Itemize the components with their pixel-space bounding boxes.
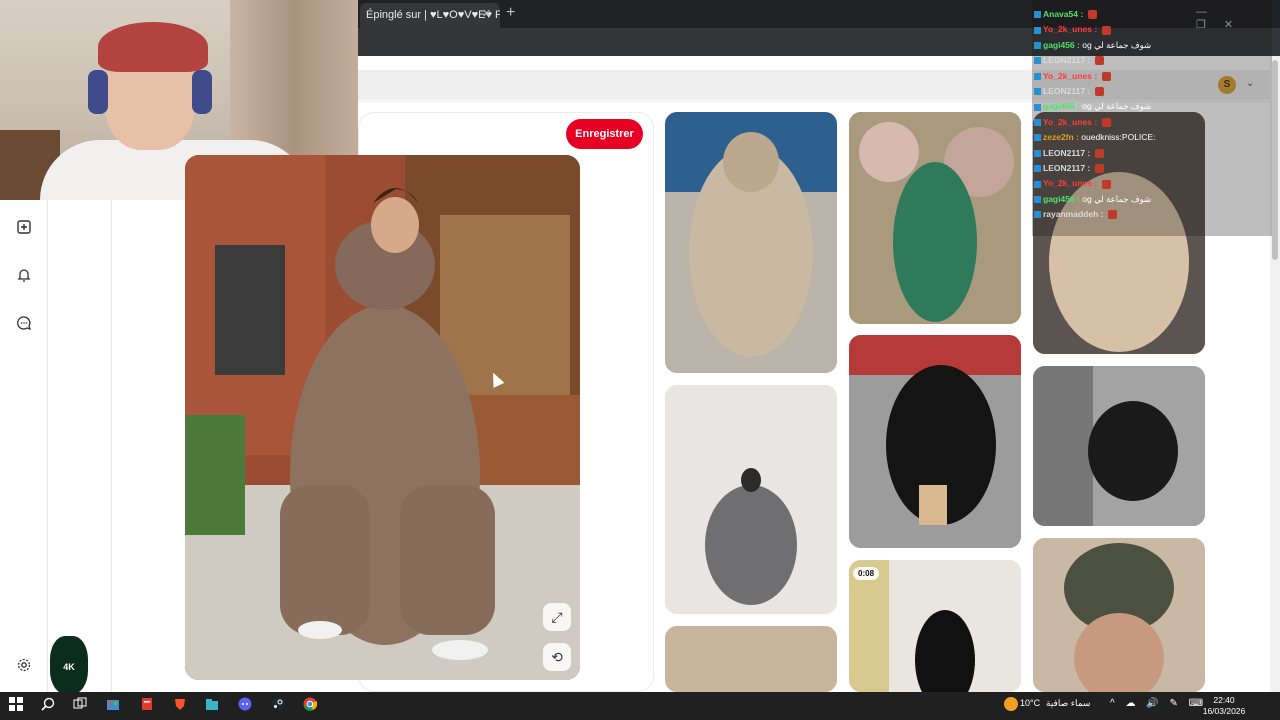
pin-card[interactable] bbox=[665, 626, 837, 692]
scrollbar-thumb[interactable] bbox=[1272, 60, 1278, 260]
search-icon[interactable] bbox=[40, 697, 56, 713]
expand-icon[interactable]: ⤢ bbox=[543, 603, 571, 631]
chat-message: gagi456 : og شوف جماعة لي bbox=[1034, 38, 1151, 52]
stream-logo: 4K bbox=[50, 636, 88, 694]
chat-username[interactable]: LEON2117 : bbox=[1043, 86, 1090, 96]
tab-close-icon[interactable]: ✕ bbox=[482, 7, 491, 20]
pin-card[interactable] bbox=[665, 112, 837, 373]
chat-message: rayanmaddeh : bbox=[1034, 207, 1117, 221]
pin-card[interactable] bbox=[849, 112, 1021, 324]
chat-badge-icon bbox=[1034, 165, 1041, 173]
chat-badge-icon bbox=[1034, 88, 1041, 96]
chat-username[interactable]: gagi456 : bbox=[1043, 101, 1080, 111]
chat-username[interactable]: Anava54 : bbox=[1043, 9, 1083, 19]
chat-message: LEON2117 : bbox=[1034, 146, 1104, 160]
chat-emote-icon bbox=[1094, 164, 1104, 174]
windows-start-icon[interactable] bbox=[8, 697, 24, 713]
chat-message: LEON2117 : bbox=[1034, 84, 1104, 98]
browser-tab[interactable]: Épinglé sur | ♥L♥O♥V♥E♥ FASH bbox=[360, 3, 500, 28]
chat-emote-icon bbox=[1101, 71, 1111, 81]
headset-right bbox=[192, 70, 212, 114]
chat-message: gagi456 : og شوف جماعة لي bbox=[1034, 192, 1151, 206]
chat-badge-icon bbox=[1034, 42, 1041, 50]
chrome-icon[interactable] bbox=[302, 697, 318, 713]
chat-message: LEON2117 : bbox=[1034, 53, 1104, 67]
chat-emote-icon bbox=[1094, 148, 1104, 158]
pin-main-image[interactable] bbox=[185, 155, 580, 680]
chat-username[interactable]: Yo_2k_unes : bbox=[1043, 24, 1097, 34]
headset-left bbox=[88, 70, 108, 114]
chat-message: Anava54 : bbox=[1034, 7, 1097, 21]
store-icon[interactable] bbox=[105, 697, 121, 713]
chat-emote-icon bbox=[1101, 25, 1111, 35]
chat-badge-icon bbox=[1034, 134, 1041, 142]
chat-username[interactable]: gagi456 : bbox=[1043, 40, 1080, 50]
chat-username[interactable]: Yo_2k_unes : bbox=[1043, 117, 1097, 127]
chat-message-text: og شوف جماعة لي bbox=[1082, 101, 1152, 112]
chat-username[interactable]: LEON2117 : bbox=[1043, 55, 1090, 65]
chat-badge-icon bbox=[1034, 26, 1041, 34]
pin-card[interactable] bbox=[849, 560, 1021, 692]
chat-icon[interactable] bbox=[14, 315, 34, 335]
chat-emote-icon bbox=[1101, 118, 1111, 128]
chat-emote-icon bbox=[1107, 210, 1117, 220]
chat-badge-icon bbox=[1034, 196, 1041, 204]
chat-badge-icon bbox=[1034, 103, 1041, 111]
webcam-cap bbox=[98, 22, 208, 72]
chat-emote-icon bbox=[1087, 10, 1097, 20]
discord-icon[interactable] bbox=[237, 697, 253, 713]
save-button[interactable]: Enregistrer bbox=[566, 119, 643, 149]
chat-username[interactable]: gagi456 : bbox=[1043, 194, 1080, 204]
sidebar-divider-column bbox=[48, 200, 112, 692]
pin-card[interactable] bbox=[849, 335, 1021, 548]
chat-badge-icon bbox=[1034, 119, 1041, 127]
weather-icon[interactable] bbox=[1004, 697, 1018, 711]
chat-badge-icon bbox=[1034, 11, 1041, 19]
chat-username[interactable]: LEON2117 : bbox=[1043, 163, 1090, 173]
chat-message-text: ouedkniss:POLICE: bbox=[1081, 132, 1156, 143]
chat-emote-icon bbox=[1094, 87, 1104, 97]
pin-card[interactable] bbox=[665, 385, 837, 614]
system-tray-icons[interactable]: ^ ☁ 🔊 ✎ ⌨ bbox=[1110, 698, 1207, 709]
plus-square-icon[interactable] bbox=[14, 219, 34, 239]
pin-card[interactable] bbox=[1033, 366, 1205, 526]
pin-card[interactable] bbox=[1033, 538, 1205, 692]
chat-username[interactable]: LEON2117 : bbox=[1043, 148, 1090, 158]
pdf-icon[interactable] bbox=[139, 697, 155, 713]
new-tab-button[interactable]: + bbox=[506, 4, 515, 22]
task-view-icon[interactable] bbox=[72, 697, 88, 713]
chat-message: Yo_2k_unes : bbox=[1034, 176, 1111, 190]
chat-emote-icon bbox=[1094, 56, 1104, 66]
chat-message-text: og شوف جماعة لي bbox=[1082, 39, 1152, 50]
chat-message-text: og شوف جماعة لي bbox=[1082, 193, 1152, 204]
taskbar-clock[interactable]: 22:40 16/03/2026 bbox=[1196, 695, 1252, 717]
chat-badge-icon bbox=[1034, 57, 1041, 65]
chat-badge-icon bbox=[1034, 72, 1041, 80]
visual-search-icon[interactable]: ⟲ bbox=[543, 643, 571, 671]
chat-message: Yo_2k_unes : bbox=[1034, 22, 1111, 36]
chat-badge-icon bbox=[1034, 180, 1041, 188]
chat-username[interactable]: Yo_2k_unes : bbox=[1043, 71, 1097, 81]
chat-username[interactable]: zeze2fn : bbox=[1043, 132, 1079, 142]
files-icon[interactable] bbox=[204, 697, 220, 713]
weather-description[interactable]: سماء صافية bbox=[1046, 698, 1090, 709]
weather-temperature[interactable]: 10°C bbox=[1020, 698, 1040, 708]
chat-message: Yo_2k_unes : bbox=[1034, 69, 1111, 83]
chat-badge-icon bbox=[1034, 149, 1041, 157]
chat-message: LEON2117 : bbox=[1034, 161, 1104, 175]
gear-icon[interactable] bbox=[14, 657, 34, 677]
video-duration-badge: 0:08 bbox=[853, 567, 880, 580]
chat-message: Yo_2k_unes : bbox=[1034, 115, 1111, 129]
chat-username[interactable]: Yo_2k_unes : bbox=[1043, 178, 1097, 188]
clock-time: 22:40 bbox=[1213, 695, 1235, 705]
chat-message: gagi456 : og شوف جماعة لي bbox=[1034, 99, 1151, 113]
bell-icon[interactable] bbox=[14, 267, 34, 287]
chat-username[interactable]: rayanmaddeh : bbox=[1043, 209, 1103, 219]
steam-icon[interactable] bbox=[270, 697, 286, 713]
clock-date: 16/03/2026 bbox=[1202, 706, 1246, 716]
chat-message: zeze2fn : ouedkniss:POLICE: bbox=[1034, 130, 1155, 144]
chat-emote-icon bbox=[1101, 179, 1111, 189]
chat-badge-icon bbox=[1034, 211, 1041, 219]
brave-icon[interactable] bbox=[172, 697, 188, 713]
